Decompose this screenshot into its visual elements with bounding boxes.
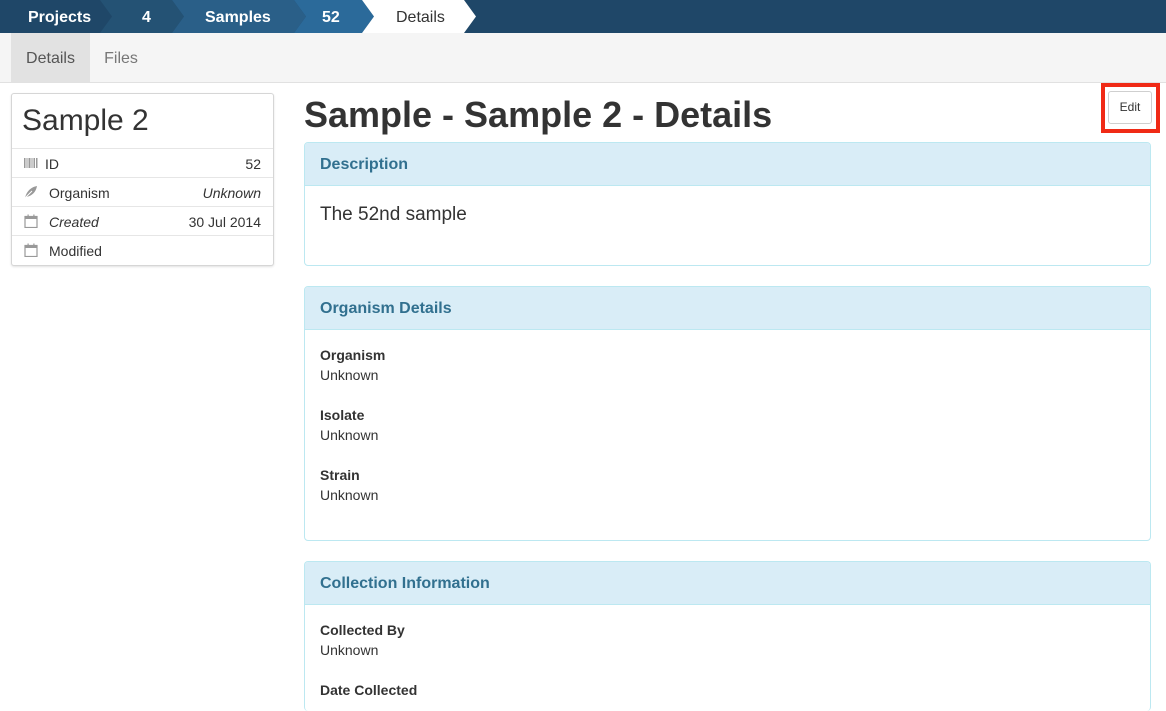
strain-field-label: Strain (320, 467, 360, 483)
calendar-icon (24, 243, 38, 257)
sidebar-row-modified: Modified (12, 235, 273, 264)
breadcrumb-sample-52-label: 52 (322, 9, 340, 26)
sidebar-row-id: ID 52 (12, 148, 273, 177)
calendar-icon (24, 214, 38, 228)
edit-button[interactable]: Edit (1108, 91, 1152, 124)
organism-details-panel: Organism Details Organism Unknown Isolat… (304, 286, 1151, 541)
organism-field-value: Unknown (320, 367, 379, 383)
isolate-field-label: Isolate (320, 407, 365, 423)
breadcrumb-project-4-label: 4 (142, 9, 151, 26)
tab-details-label: Details (26, 50, 75, 67)
collection-info-panel: Collection Information Collected By Unkn… (304, 561, 1151, 711)
sidebar-row-organism: Organism Unknown (12, 177, 273, 206)
organism-label: Organism (49, 185, 110, 201)
page-title: Sample - Sample 2 - Details (304, 94, 773, 135)
sample-name-title: Sample 2 (22, 104, 149, 137)
isolate-field-value: Unknown (320, 427, 379, 443)
breadcrumb-details-label: Details (396, 9, 445, 26)
tab-bar: Details Files (0, 33, 1166, 83)
breadcrumb: Projects 4 Samples 52 Details (0, 0, 1166, 33)
description-text: The 52nd sample (320, 204, 467, 225)
created-label: Created (49, 214, 99, 230)
collected-by-field-label: Collected By (320, 622, 405, 638)
collected-by-field-value: Unknown (320, 642, 379, 658)
breadcrumb-samples[interactable]: Samples (172, 0, 306, 33)
id-label: ID (45, 156, 59, 172)
breadcrumb-projects-label: Projects (28, 9, 92, 26)
barcode-icon (24, 158, 38, 168)
leaf-icon (24, 186, 37, 199)
sample-summary-card: Sample 2 ID 52 Organism Unknown Created … (11, 93, 274, 266)
tab-details[interactable]: Details (11, 33, 90, 82)
strain-field-value: Unknown (320, 487, 379, 503)
tab-files-label: Files (104, 50, 138, 67)
breadcrumb-details: Details (362, 0, 476, 33)
description-panel-heading: Description (305, 143, 1150, 186)
organism-details-panel-heading: Organism Details (305, 287, 1150, 330)
description-panel: Description The 52nd sample (304, 142, 1151, 266)
breadcrumb-projects[interactable]: Projects (0, 0, 112, 33)
tab-files[interactable]: Files (90, 33, 152, 82)
sidebar-row-created: Created 30 Jul 2014 (12, 206, 273, 235)
created-value: 30 Jul 2014 (188, 214, 261, 230)
collection-info-panel-heading: Collection Information (305, 562, 1150, 605)
breadcrumb-samples-label: Samples (205, 9, 271, 26)
organism-field-label: Organism (320, 347, 386, 363)
organism-value: Unknown (202, 185, 261, 201)
date-collected-field-label: Date Collected (320, 682, 418, 698)
id-value: 52 (245, 156, 261, 172)
modified-label: Modified (49, 243, 102, 259)
